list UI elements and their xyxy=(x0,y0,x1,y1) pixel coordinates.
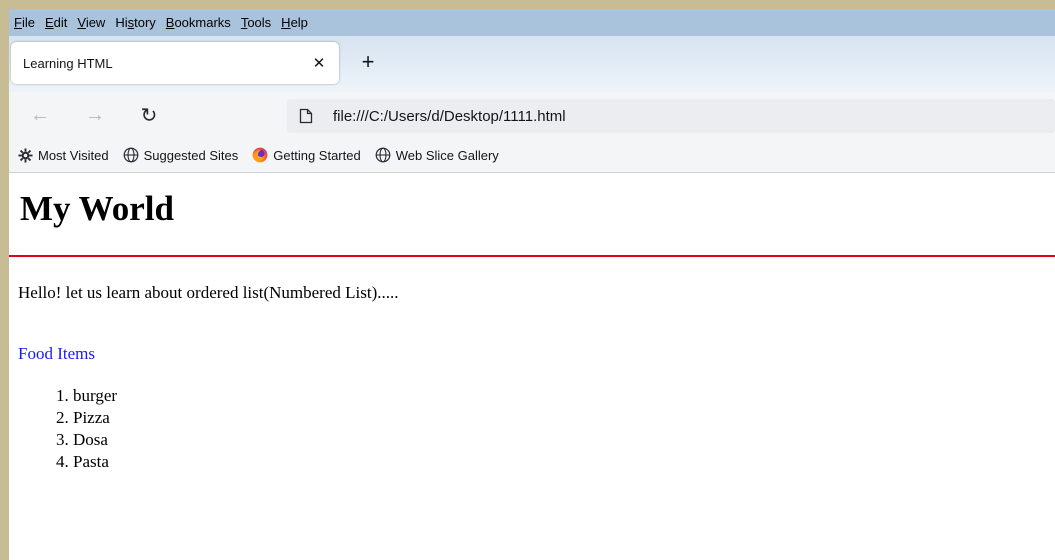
gear-icon xyxy=(18,147,33,163)
bookmark-web-slice-gallery[interactable]: Web Slice Gallery xyxy=(375,147,499,163)
menu-bar: File Edit View History Bookmarks Tools H… xyxy=(9,9,1055,36)
list-item: 4. Pasta xyxy=(56,452,109,471)
menu-view[interactable]: View xyxy=(77,15,105,30)
menu-bookmarks[interactable]: Bookmarks xyxy=(166,15,231,30)
menu-tools[interactable]: Tools xyxy=(241,15,271,30)
globe-icon xyxy=(375,147,391,163)
list-item: 3. Dosa xyxy=(56,430,108,449)
reload-button[interactable]: ↻ xyxy=(134,100,164,130)
bookmark-most-visited[interactable]: Most Visited xyxy=(18,148,109,163)
nav-bar: ← → ↻ file:///C:/Users/d/Desktop/1111.ht… xyxy=(9,92,1055,138)
horizontal-rule xyxy=(9,255,1055,257)
menu-file[interactable]: File xyxy=(14,15,35,30)
tab-title: Learning HTML xyxy=(23,55,113,71)
intro-paragraph: Hello! let us learn about ordered list(N… xyxy=(18,283,399,302)
close-tab-icon[interactable]: ✕ xyxy=(305,54,333,72)
url-text: file:///C:/Users/d/Desktop/1111.html xyxy=(333,107,566,125)
menu-history[interactable]: History xyxy=(115,15,155,30)
forward-button[interactable]: → xyxy=(80,100,110,130)
page-content: My World Hello! let us learn about order… xyxy=(9,173,1055,560)
list-item: 2. Pizza xyxy=(56,408,110,427)
page-heading: My World xyxy=(20,189,174,228)
bookmark-getting-started[interactable]: Getting Started xyxy=(252,147,361,163)
food-items-heading: Food Items xyxy=(18,344,95,363)
tab-learning-html[interactable]: Learning HTML ✕ xyxy=(11,42,339,84)
browser-window: File Edit View History Bookmarks Tools H… xyxy=(9,9,1055,560)
back-button[interactable]: ← xyxy=(25,100,55,130)
menu-edit[interactable]: Edit xyxy=(45,15,67,30)
page-icon xyxy=(299,108,313,124)
new-tab-button[interactable]: + xyxy=(353,47,383,77)
url-bar[interactable]: file:///C:/Users/d/Desktop/1111.html xyxy=(287,99,1055,133)
food-list: 1. burger 2. Pizza 3. Dosa 4. Pasta xyxy=(18,385,117,473)
bookmarks-bar: Most Visited Suggested Sites Getting Sta… xyxy=(9,138,1055,173)
tab-strip: Learning HTML ✕ + xyxy=(9,36,1055,92)
globe-icon xyxy=(123,147,138,163)
list-item: 1. burger xyxy=(56,386,118,405)
bookmark-suggested-sites[interactable]: Suggested Sites xyxy=(123,147,238,163)
firefox-icon xyxy=(252,147,268,163)
menu-help[interactable]: Help xyxy=(281,15,308,30)
